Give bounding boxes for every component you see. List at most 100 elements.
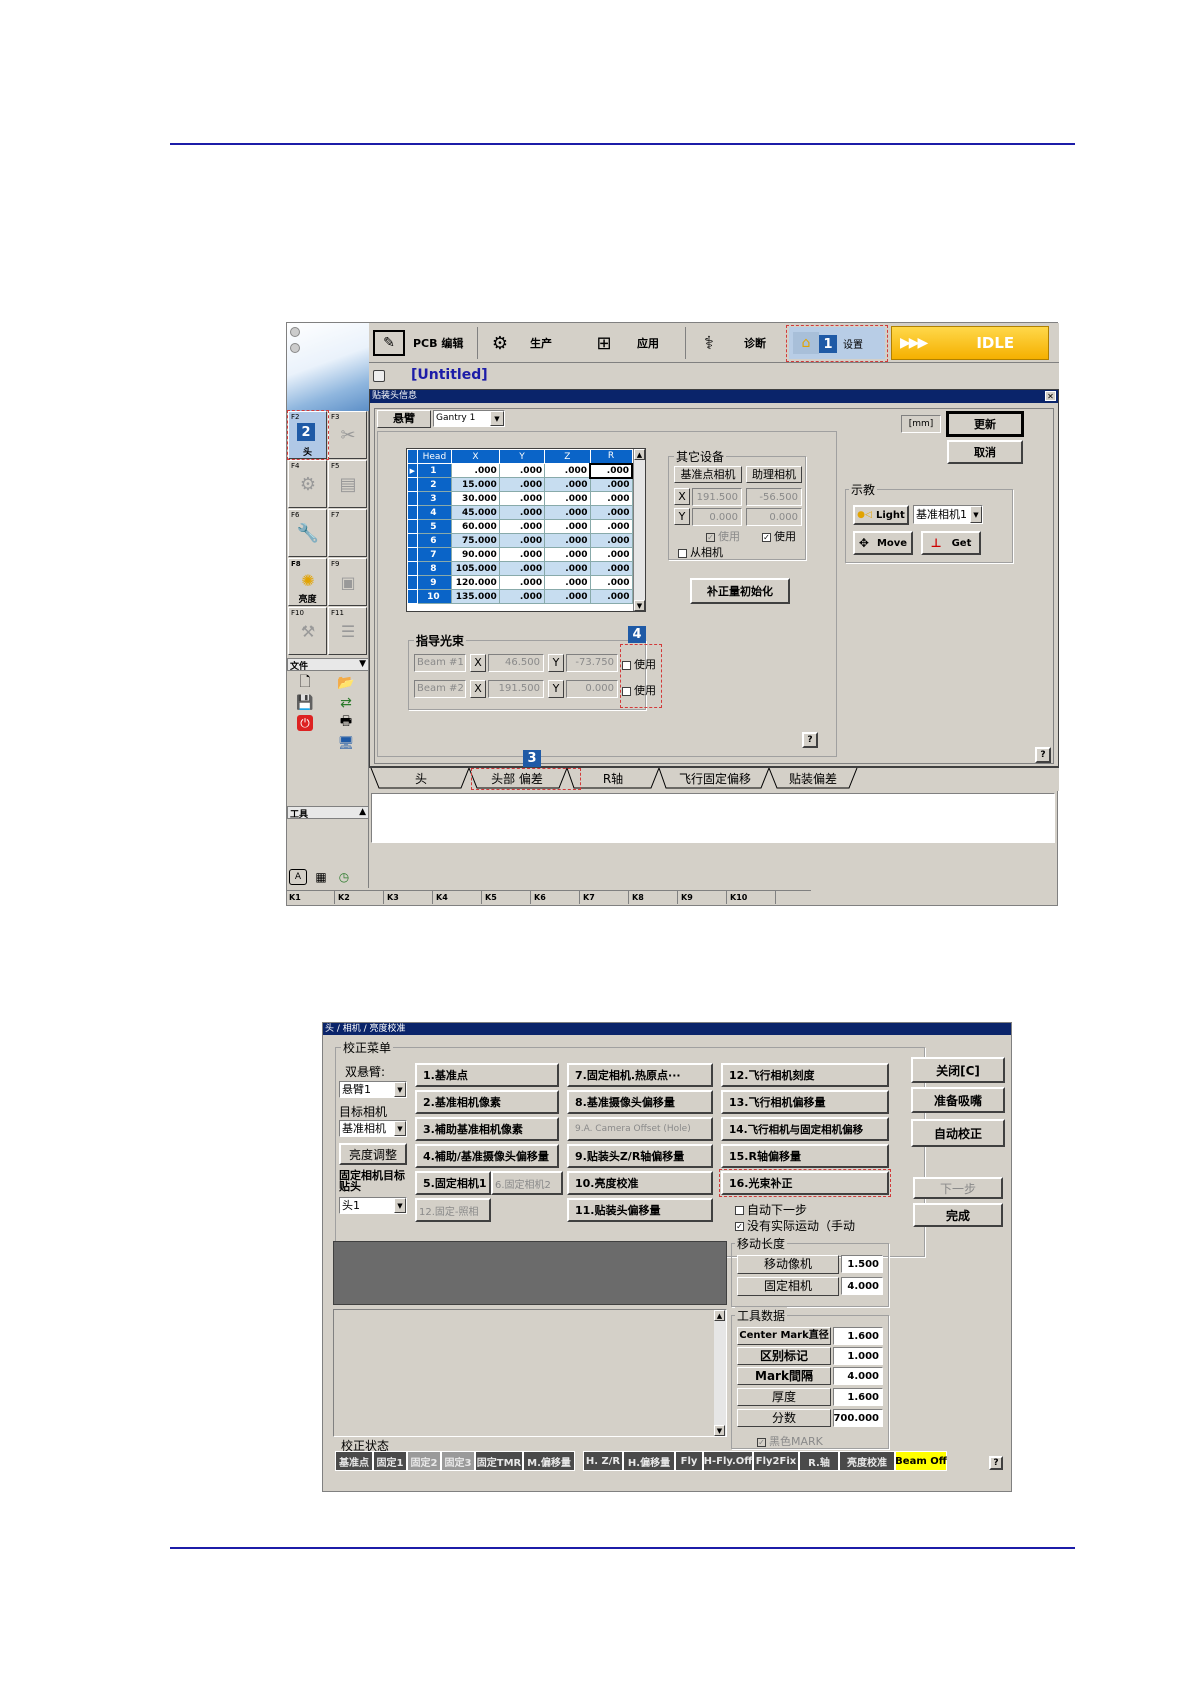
tools-section-header[interactable]: 工具 ▲ xyxy=(287,806,369,820)
table-cell[interactable]: .000 xyxy=(544,547,591,562)
fkey-f6[interactable]: F6 🔧 xyxy=(288,509,327,557)
table-cell[interactable]: .000 xyxy=(589,491,633,506)
tool-data-value[interactable]: 700.000 xyxy=(833,1409,883,1427)
fkey-f3[interactable]: F3 ✂ xyxy=(328,411,367,459)
calib-9-head-zr-offset[interactable]: 9.贴装头Z/R轴偏移量 xyxy=(567,1144,713,1168)
table-cell[interactable]: 30.000 xyxy=(451,491,500,506)
table-cell[interactable]: 90.000 xyxy=(451,547,500,562)
tab-r-axis[interactable]: R轴 xyxy=(573,770,653,787)
aux-cam-use-checkbox[interactable]: ✓ 使用 xyxy=(762,528,796,544)
toolbar-diagnostics[interactable]: ⚕ 诊断 xyxy=(685,327,781,359)
calib-15-r-axis-offset[interactable]: 15.R轴偏移量 xyxy=(721,1144,889,1168)
fkey-f4[interactable]: F4 ⚙ xyxy=(288,460,327,508)
table-row[interactable]: 10 135.000.000.000.000 xyxy=(407,589,633,604)
auto-next-checkbox[interactable]: 自动下一步 xyxy=(735,1201,807,1218)
calib-6-fixed-cam2[interactable]: 6.固定相机2 xyxy=(491,1171,563,1195)
table-cell[interactable]: .000 xyxy=(544,491,591,506)
prepare-nozzle-button[interactable]: 准备吸嘴 xyxy=(911,1087,1005,1113)
row-selector[interactable] xyxy=(407,547,418,562)
fkey-f9[interactable]: F9 ▣ xyxy=(328,558,367,606)
row-selector[interactable] xyxy=(407,589,418,604)
open-folder-icon[interactable]: 📂 xyxy=(335,675,357,691)
keyboard-icon[interactable]: A xyxy=(289,869,307,885)
move-cam-value[interactable]: 1.500 xyxy=(841,1255,883,1273)
row-selector[interactable] xyxy=(407,477,418,492)
calib-11-head-offset[interactable]: 11.贴装头偏移量 xyxy=(567,1198,713,1222)
table-cell[interactable]: .000 xyxy=(498,547,546,562)
auto-calibrate-button[interactable]: 自动校正 xyxy=(911,1119,1005,1147)
ref-cam-y[interactable]: 0.000 xyxy=(692,508,742,526)
tool-data-value[interactable]: 1.600 xyxy=(833,1388,883,1406)
table-scrollbar[interactable]: ▲ ▼ xyxy=(633,449,645,611)
calib-13-fly-cam-offset[interactable]: 13.飞行相机偏移量 xyxy=(721,1090,889,1114)
save-icon[interactable]: 💾 xyxy=(296,695,313,711)
column-header[interactable]: Y xyxy=(498,449,546,464)
table-cell[interactable]: .000 xyxy=(589,547,633,562)
print-icon[interactable]: 🖶 xyxy=(335,714,357,731)
table-cell[interactable]: .000 xyxy=(498,561,546,576)
gantry-select[interactable]: 悬臂1 ▼ xyxy=(339,1081,407,1098)
table-row[interactable]: 7 90.000.000.000.000 xyxy=(407,547,633,562)
computer-icon[interactable]: 🖥 xyxy=(335,735,357,751)
table-cell[interactable]: .000 xyxy=(498,575,546,590)
ref-cam-x[interactable]: 191.500 xyxy=(692,488,742,506)
fkey-f11[interactable]: F11 ☰ xyxy=(328,607,367,655)
table-cell[interactable]: .000 xyxy=(589,519,633,534)
fkey-f5[interactable]: F5 ▤ xyxy=(328,460,367,508)
table-row[interactable]: 3 30.000.000.000.000 xyxy=(407,491,633,506)
table-cell[interactable]: .000 xyxy=(544,519,591,534)
table-cell[interactable]: 105.000 xyxy=(451,561,500,576)
calib-3-aux-ref-pixel[interactable]: 3.補助基准相机像素 xyxy=(415,1117,559,1141)
function-key-1[interactable]: K1 xyxy=(287,891,335,904)
calib-8-ref-cam-offset[interactable]: 8.基准摄像头偏移量 xyxy=(567,1090,713,1114)
log-scrollbar[interactable]: ▲ ▼ xyxy=(714,1310,726,1436)
table-cell[interactable]: 135.000 xyxy=(451,589,500,604)
help-button-inner[interactable]: ? xyxy=(802,732,818,748)
table-cell[interactable]: .000 xyxy=(544,463,591,478)
function-key-8[interactable]: K8 xyxy=(630,891,678,904)
row-selector[interactable] xyxy=(407,505,418,520)
row-selector[interactable] xyxy=(407,533,418,548)
scroll-down-icon[interactable]: ▼ xyxy=(714,1425,725,1436)
file-section-header[interactable]: 文件 ▼ xyxy=(287,658,369,672)
column-header[interactable]: X xyxy=(451,449,500,464)
column-header[interactable]: R xyxy=(589,449,633,464)
table-cell[interactable]: .000 xyxy=(589,462,633,479)
function-key-2[interactable]: K2 xyxy=(336,891,384,904)
scroll-up-icon[interactable]: ▲ xyxy=(634,449,645,460)
calib-14-fly-fixed-offset[interactable]: 14.飞行相机与固定相机偏移 xyxy=(721,1117,889,1141)
function-key-10[interactable]: K10 xyxy=(728,891,776,904)
target-camera-select[interactable]: 基准相机 ▼ xyxy=(339,1120,407,1137)
beam1-y[interactable]: -73.750 xyxy=(566,654,618,672)
table-cell[interactable]: .000 xyxy=(498,589,546,604)
beam2-x[interactable]: 191.500 xyxy=(488,680,544,698)
table-cell[interactable]: 75.000 xyxy=(451,533,500,548)
calib-12-fly-cam-scale[interactable]: 12.飞行相机刻度 xyxy=(721,1063,889,1087)
black-mark-checkbox[interactable]: ✓ 黑色MARK xyxy=(757,1433,823,1449)
clock-icon[interactable]: ◷ xyxy=(335,869,353,885)
table-cell[interactable]: .000 xyxy=(589,505,633,520)
tool-data-value[interactable]: 1.600 xyxy=(833,1327,883,1345)
row-selector[interactable] xyxy=(407,561,418,576)
scroll-down-icon[interactable]: ▼ xyxy=(634,600,645,611)
table-row[interactable]: 8 105.000.000.000.000 xyxy=(407,561,633,576)
fkey-f10[interactable]: F10 ⚒ xyxy=(288,607,327,655)
table-row[interactable]: ▶ 1.000.000.000.000 xyxy=(407,462,633,479)
table-cell[interactable]: .000 xyxy=(451,463,500,478)
table-row[interactable]: 4 45.000.000.000.000 xyxy=(407,505,633,520)
function-key-3[interactable]: K3 xyxy=(385,891,433,904)
function-key-6[interactable]: K6 xyxy=(532,891,580,904)
gantry-select[interactable]: Gantry 1 ▼ xyxy=(433,410,505,427)
table-cell[interactable]: .000 xyxy=(544,575,591,590)
light-button[interactable]: ●◁ Light xyxy=(853,505,909,525)
close-button[interactable]: 关闭[C] xyxy=(911,1057,1005,1083)
table-cell[interactable]: .000 xyxy=(589,477,633,492)
slave-camera-checkbox[interactable]: 从相机 xyxy=(678,544,723,560)
calib-2-ref-cam-pixel[interactable]: 2.基准相机像素 xyxy=(415,1090,559,1114)
row-selector[interactable] xyxy=(407,491,418,506)
row-selector[interactable]: ▶ xyxy=(407,463,418,478)
table-cell[interactable]: .000 xyxy=(498,519,546,534)
aux-cam-x[interactable]: -56.500 xyxy=(746,488,802,506)
help-button-outer[interactable]: ? xyxy=(1035,747,1051,763)
new-file-icon[interactable]: 🗋 xyxy=(297,674,313,691)
